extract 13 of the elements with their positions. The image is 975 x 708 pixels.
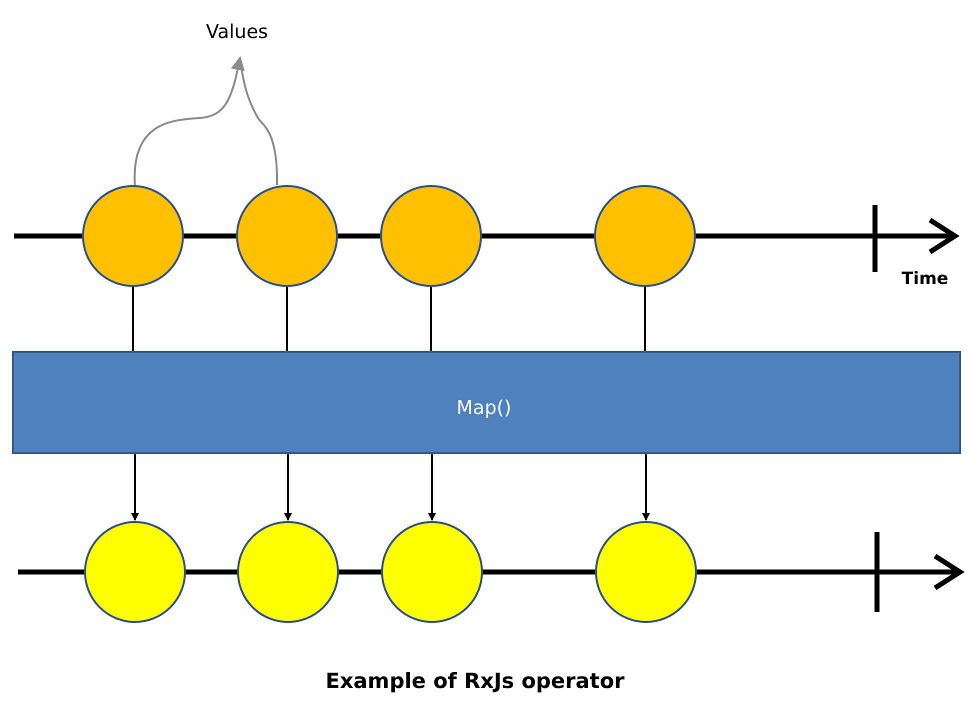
arrow: [131, 454, 139, 521]
caption: Example of RxJs operator: [326, 669, 624, 693]
arrow: [642, 454, 650, 521]
time-label: Time: [902, 269, 948, 289]
values-label: Values: [206, 21, 268, 43]
operator-label: Map(): [456, 397, 512, 419]
arrow: [284, 454, 292, 521]
connector-line: [430, 286, 432, 352]
connector-line: [286, 286, 288, 352]
arrow: [428, 454, 436, 521]
connector-line: [644, 286, 646, 352]
end-tick: [872, 205, 878, 272]
connector-line: [132, 286, 134, 352]
